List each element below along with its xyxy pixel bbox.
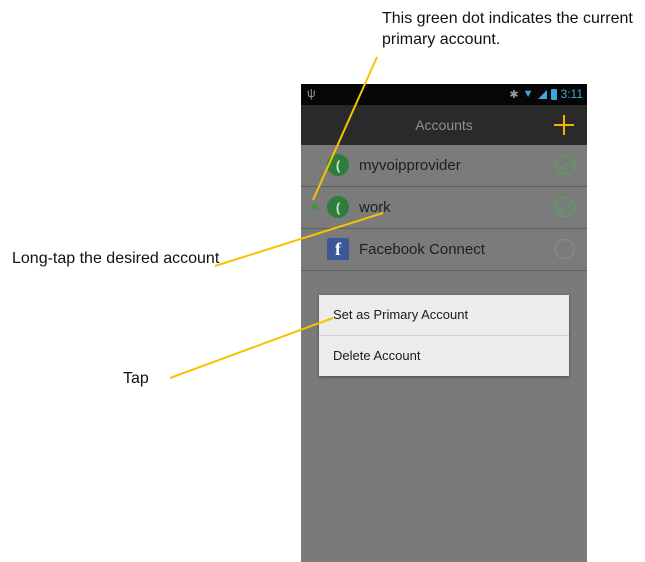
- voip-app-icon: (: [327, 196, 349, 218]
- add-account-button[interactable]: [549, 107, 579, 143]
- voip-app-icon: (: [327, 154, 349, 176]
- account-row-myvoipprovider[interactable]: ( myvoipprovider: [301, 145, 587, 187]
- account-row-facebook-connect[interactable]: f Facebook Connect: [301, 229, 587, 271]
- usb-icon: ψ: [307, 86, 316, 100]
- callout-long-tap: Long-tap the desired account: [12, 250, 220, 267]
- signal-icon: [537, 89, 547, 99]
- bluetooth-icon: ✱: [509, 88, 519, 101]
- callout-primary-dot: This green dot indicates the current pri…: [382, 10, 633, 48]
- menu-item-set-primary[interactable]: Set as Primary Account: [319, 295, 569, 336]
- enabled-check-icon[interactable]: [555, 197, 575, 217]
- menu-item-delete-account[interactable]: Delete Account: [319, 336, 569, 376]
- primary-account-dot-icon: [312, 204, 318, 210]
- wifi-icon: ▼: [522, 88, 534, 100]
- page-title: Accounts: [415, 117, 473, 133]
- account-name: Facebook Connect: [359, 241, 485, 258]
- account-name: work: [359, 199, 391, 216]
- status-bar: ψ ✱ ▼ 3:11: [301, 84, 587, 105]
- status-time: 3:11: [560, 87, 583, 101]
- callout-tap: Tap: [123, 370, 149, 387]
- accounts-list: ( myvoipprovider ( work f Facebook Conne…: [301, 145, 587, 271]
- account-name: myvoipprovider: [359, 157, 461, 174]
- disabled-check-icon[interactable]: [555, 239, 575, 259]
- account-row-work[interactable]: ( work: [301, 187, 587, 229]
- enabled-check-icon[interactable]: [555, 155, 575, 175]
- facebook-icon: f: [327, 238, 349, 260]
- battery-icon: [550, 88, 557, 100]
- phone-screen: ψ ✱ ▼ 3:11 Accounts ( myvoipprovider ( w…: [301, 84, 587, 562]
- action-bar: Accounts: [301, 105, 587, 145]
- context-menu: Set as Primary Account Delete Account: [319, 295, 569, 376]
